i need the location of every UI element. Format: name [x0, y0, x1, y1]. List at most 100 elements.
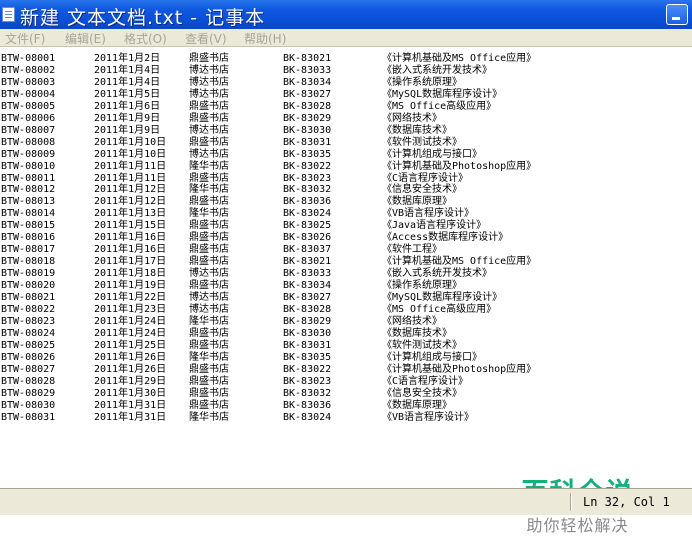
cell-bookstore: 鼎盛书店 [189, 375, 229, 387]
cell-order-id: BTW-08015 [1, 220, 56, 232]
status-bar: Ln 32, Col 1 [0, 488, 692, 515]
cell-book-code: BK-83036 [283, 399, 332, 411]
cell-book-title: 《Java语言程序设计》 [382, 220, 487, 232]
cell-book-code: BK-83037 [283, 244, 332, 256]
cell-order-date: 2011年1月12日 [94, 184, 167, 196]
cell-order-date: 2011年1月11日 [94, 172, 167, 184]
cell-book-code: BK-83035 [283, 148, 332, 160]
cell-book-title: 《软件测试技术》 [382, 339, 462, 351]
menu-file[interactable]: 文件(F) [5, 30, 45, 47]
cell-order-date: 2011年1月31日 [94, 411, 167, 423]
cell-order-id: BTW-08012 [1, 184, 56, 196]
cell-bookstore: 隆华书店 [189, 184, 229, 196]
cell-book-code: BK-83030 [283, 327, 332, 339]
cell-book-code: BK-83028 [283, 100, 332, 112]
cell-book-title: 《软件工程》 [382, 244, 442, 256]
cell-order-date: 2011年1月5日 [94, 88, 161, 100]
cell-bookstore: 鼎盛书店 [189, 244, 229, 256]
cell-bookstore: 博达书店 [189, 303, 229, 315]
cell-book-title: 《嵌入式系统开发技术》 [382, 268, 492, 280]
cell-book-code: BK-83022 [283, 160, 332, 172]
cell-bookstore: 鼎盛书店 [189, 256, 229, 268]
cell-bookstore: 博达书店 [189, 124, 229, 136]
cell-order-id: BTW-08018 [1, 256, 56, 268]
cell-book-title: 《C语言程序设计》 [382, 172, 469, 184]
cell-book-code: BK-83022 [283, 363, 332, 375]
cell-bookstore: 鼎盛书店 [189, 136, 229, 148]
cell-book-title: 《C语言程序设计》 [382, 375, 469, 387]
cell-bookstore: 博达书店 [189, 268, 229, 280]
cell-book-title: 《数据库技术》 [382, 124, 452, 136]
cell-book-code: BK-83030 [283, 124, 332, 136]
cell-book-title: 《VB语言程序设计》 [382, 208, 475, 220]
menu-view[interactable]: 查看(V) [185, 30, 227, 47]
cell-book-title: 《软件测试技术》 [382, 136, 462, 148]
cell-book-title: 《数据库原理》 [382, 196, 452, 208]
cell-order-date: 2011年1月17日 [94, 256, 167, 268]
status-divider [570, 493, 571, 511]
cell-bookstore: 鼎盛书店 [189, 327, 229, 339]
cell-order-id: BTW-08030 [1, 399, 56, 411]
cell-order-id: BTW-08029 [1, 387, 56, 399]
cell-bookstore: 博达书店 [189, 292, 229, 303]
cell-bookstore: 鼎盛书店 [189, 112, 229, 124]
menu-edit[interactable]: 编辑(E) [65, 30, 106, 47]
cell-bookstore: 鼎盛书店 [189, 196, 229, 208]
cell-book-title: 《计算机组成与接口》 [382, 351, 482, 363]
cell-bookstore: 博达书店 [189, 88, 229, 100]
cell-book-title: 《计算机基础及MS Office应用》 [382, 256, 537, 268]
cell-book-title: 《MySQL数据库程序设计》 [382, 88, 503, 100]
cell-order-date: 2011年1月4日 [94, 64, 161, 76]
cell-order-id: BTW-08001 [1, 53, 56, 64]
cell-bookstore: 鼎盛书店 [189, 100, 229, 112]
cell-order-date: 2011年1月29日 [94, 375, 167, 387]
cell-book-title: 《网络技术》 [382, 315, 442, 327]
cell-order-date: 2011年1月22日 [94, 292, 167, 303]
cell-bookstore: 博达书店 [189, 76, 229, 88]
cell-order-id: BTW-08028 [1, 375, 56, 387]
cell-order-date: 2011年1月26日 [94, 351, 167, 363]
cell-order-id: BTW-08014 [1, 208, 56, 220]
cell-order-date: 2011年1月2日 [94, 53, 161, 64]
title-bar[interactable]: 新建 文本文档.txt - 记事本 [0, 0, 692, 29]
cell-bookstore: 隆华书店 [189, 208, 229, 220]
cell-book-code: BK-83028 [283, 303, 332, 315]
cell-book-title: 《操作系统原理》 [382, 280, 462, 292]
minimize-button[interactable] [666, 4, 688, 25]
cell-book-code: BK-83024 [283, 411, 332, 423]
cell-order-id: BTW-08013 [1, 196, 56, 208]
cell-book-title: 《计算机基础及MS Office应用》 [382, 53, 537, 64]
menu-help[interactable]: 帮助(H) [244, 30, 286, 47]
cell-order-id: BTW-08022 [1, 303, 56, 315]
cell-order-date: 2011年1月25日 [94, 339, 167, 351]
cell-order-id: BTW-08004 [1, 88, 56, 100]
cell-book-code: BK-83031 [283, 136, 332, 148]
cell-order-date: 2011年1月16日 [94, 244, 167, 256]
text-area[interactable]: BTW-08031 2011年1月31日 隆华书店 BK-83024 《VB语言程序设计… [0, 48, 692, 535]
cell-bookstore: 鼎盛书店 [189, 387, 229, 399]
cell-book-code: BK-83027 [283, 88, 332, 100]
cell-book-code: BK-83029 [283, 315, 332, 327]
cell-order-id: BTW-08011 [1, 172, 56, 184]
cell-book-code: BK-83024 [283, 208, 332, 220]
cell-book-title: 《操作系统原理》 [382, 76, 462, 88]
cell-book-code: BK-83023 [283, 375, 332, 387]
cell-book-code: BK-83025 [283, 220, 332, 232]
cell-book-code: BK-83027 [283, 292, 332, 303]
cell-order-id: BTW-08005 [1, 100, 56, 112]
cell-book-title: 《嵌入式系统开发技术》 [382, 64, 492, 76]
cell-order-date: 2011年1月11日 [94, 160, 167, 172]
cell-bookstore: 隆华书店 [189, 315, 229, 327]
cell-bookstore: 鼎盛书店 [189, 399, 229, 411]
cell-order-id: BTW-08007 [1, 124, 56, 136]
cell-book-code: BK-83023 [283, 172, 332, 184]
cell-book-code: BK-83032 [283, 184, 332, 196]
cell-order-date: 2011年1月23日 [94, 303, 167, 315]
notepad-icon [2, 7, 15, 22]
cell-book-title: 《网络技术》 [382, 112, 442, 124]
cell-book-code: BK-83033 [283, 268, 332, 280]
cell-bookstore: 鼎盛书店 [189, 363, 229, 375]
menu-format[interactable]: 格式(O) [124, 30, 167, 47]
cell-book-code: BK-83036 [283, 196, 332, 208]
cell-order-id: BTW-08002 [1, 64, 56, 76]
